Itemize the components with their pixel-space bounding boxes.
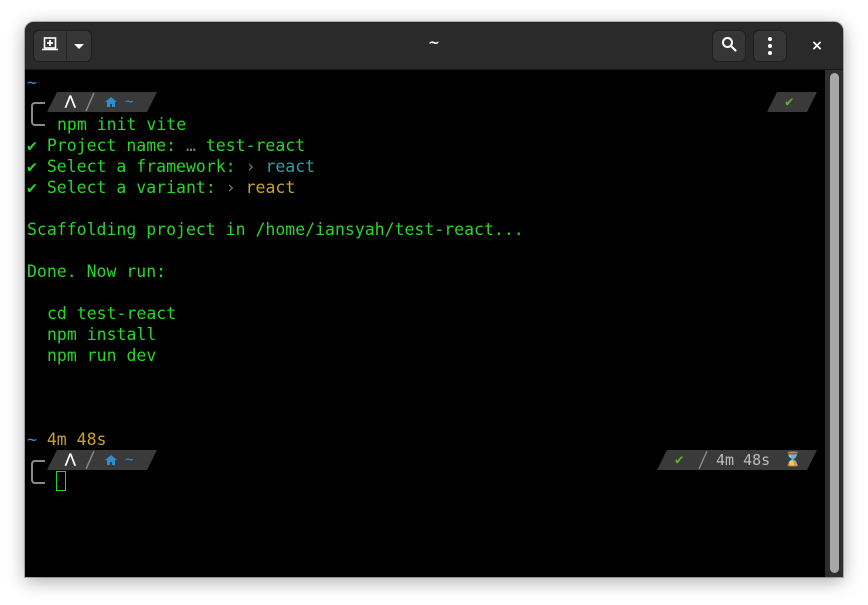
text-cursor [56,471,66,491]
prompt-answer: ✔ Select a variant: › react [27,178,296,197]
terminal-window: ~ × ~ ⋀ ~ ✔ npm init vite ✔ Project name… [25,22,843,577]
close-icon: × [811,38,823,54]
prompt-path: ~ [125,94,134,110]
prompt-segment-right: ✔ [767,92,817,112]
cwd-indicator: ~ [27,73,37,92]
os-logo-icon: ⋀ [65,94,76,109]
duration-line: ~ 4m 48s [27,430,107,449]
command-duration: 4m 48s [716,451,771,469]
prompt-path: ~ [125,452,134,468]
prompt-segment-right: ✔ 4m 48s ⌛ [657,450,817,470]
close-button[interactable]: × [805,34,829,58]
prompt-bracket [31,460,45,484]
next-step: npm install [47,325,157,344]
status-ok-icon: ✔ [675,452,684,468]
scrollbar-thumb[interactable] [830,73,839,573]
scaffolding-message: Scaffolding project in /home/iansyah/tes… [27,220,524,239]
search-button[interactable] [712,30,746,62]
scrollbar[interactable] [825,70,843,577]
prompt-answer: ✔ Project name: … test-react [27,136,306,155]
main-menu-button[interactable] [753,30,787,62]
kebab-menu-icon [768,37,772,55]
status-ok-icon: ✔ [785,94,794,110]
home-icon [104,450,171,470]
os-logo-icon: ⋀ [65,452,76,467]
done-message: Done. Now run: [27,262,167,281]
prompt-segment-left: ⋀ ~ [47,450,157,470]
next-step: npm run dev [47,346,157,365]
headerbar: ~ × [25,22,843,70]
command-input: npm init vite [57,115,187,134]
search-icon [721,36,737,57]
hourglass-icon: ⌛ [784,452,802,468]
prompt-bracket [31,102,45,126]
home-icon [104,92,171,112]
prompt-answer: ✔ Select a framework: › react [27,157,316,176]
next-step: cd test-react [47,304,177,323]
prompt-segment-left: ⋀ ~ [47,92,157,112]
terminal-view[interactable]: ~ ⋀ ~ ✔ npm init vite ✔ Project name: … … [25,70,825,577]
